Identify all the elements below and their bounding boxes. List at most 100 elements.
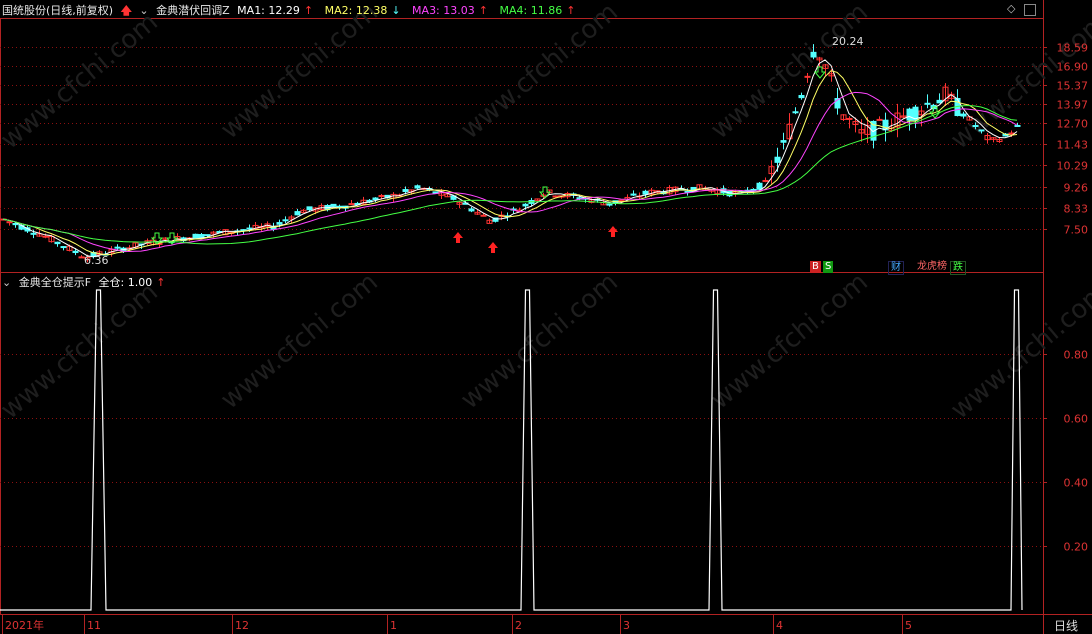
watermark-text: www.cfchi.com	[0, 277, 164, 425]
watermark-text: www.cfchi.com	[455, 0, 624, 145]
up-arrow-icon: 🡅	[120, 4, 132, 17]
candle-body	[30, 232, 37, 235]
time-axis-label: 3	[623, 619, 630, 632]
candle-body	[522, 203, 529, 207]
ma4-value: MA4: 11.86 ↑	[499, 4, 576, 17]
candle-body	[468, 208, 475, 212]
signal-axis-label: 0.60	[1064, 413, 1089, 426]
candle-body	[330, 203, 337, 207]
close-icon[interactable]	[1024, 4, 1036, 16]
low-price-label: 6.36	[84, 254, 109, 267]
candle-body	[804, 75, 811, 78]
candle-body	[924, 102, 931, 105]
price-axis-label: 10.29	[1057, 160, 1089, 173]
candle-body	[798, 94, 805, 99]
time-axis-label: 12	[235, 619, 249, 632]
candle-body	[978, 129, 985, 132]
sell-tag[interactable]: S	[823, 261, 834, 273]
candle-body	[774, 156, 781, 163]
signal-axis-label: 0.40	[1064, 477, 1089, 490]
collapse-icon[interactable]: ⌄	[139, 4, 148, 17]
candle-body	[906, 108, 913, 121]
candle-body	[480, 214, 487, 217]
candle-body	[6, 221, 13, 224]
candle-body	[846, 117, 853, 120]
time-axis-label: 2021年	[5, 618, 44, 632]
candle-body	[630, 193, 637, 196]
candle-body	[756, 182, 763, 190]
watermark-text: www.cfchi.com	[215, 267, 384, 415]
signal-line	[0, 289, 1023, 611]
buy-tag[interactable]: B	[810, 261, 821, 273]
candle-body	[192, 233, 199, 239]
indicator-name[interactable]: 金典潜伏回调Z	[156, 4, 230, 17]
settings-diamond-icon[interactable]: ◇	[1007, 3, 1017, 14]
signal-axis-label: 0.20	[1064, 541, 1089, 554]
stock-title[interactable]: 国统股份(日线,前复权)	[2, 4, 113, 17]
upper-panel-frame	[0, 18, 1044, 273]
full-position-signal	[0, 289, 1023, 611]
fall-tag[interactable]: 跌	[950, 261, 966, 275]
time-axis-label: 2	[515, 619, 522, 632]
candle-body	[618, 199, 625, 202]
ma2-value: MA2: 12.38 ↓	[324, 4, 401, 17]
time-axis-label: 4	[776, 619, 783, 632]
buy-arrow-icon	[488, 242, 498, 253]
watermark-text: www.cfchi.com	[705, 267, 874, 415]
candle-body	[54, 241, 61, 245]
price-axis-label: 7.50	[1064, 224, 1089, 237]
collapse-icon[interactable]: ⌄	[2, 276, 11, 289]
price-axis-label: 11.43	[1057, 139, 1089, 152]
stock-chart-canvas[interactable]: www.cfchi.com www.cfchi.com www.cfchi.com w…	[0, 0, 1092, 634]
candle-body	[378, 195, 385, 198]
candle-body	[42, 235, 49, 238]
candle-body	[372, 197, 379, 201]
candle-body	[762, 179, 769, 182]
price-axis-label: 8.33	[1064, 203, 1089, 216]
watermark-text: www.cfchi.com	[455, 267, 624, 415]
high-price-label: 20.24	[832, 35, 864, 48]
signal-value: 全仓: 1.00 ↑	[98, 276, 166, 289]
candle-body	[414, 185, 421, 189]
candle-body	[810, 51, 817, 58]
candle-body	[12, 223, 19, 226]
candle-body	[876, 118, 883, 121]
period-button[interactable]: 日线	[1054, 617, 1078, 634]
price-axis-label: 12.70	[1057, 118, 1089, 131]
watermark-text: www.cfchi.com	[0, 7, 164, 155]
buy-arrow-icon	[453, 232, 463, 243]
watermark: www.cfchi.com www.cfchi.com www.cfchi.com w…	[0, 0, 1092, 425]
candle-body	[114, 246, 121, 249]
candle-body	[402, 189, 409, 192]
candle-body	[792, 111, 799, 114]
time-axis-label: 1	[390, 619, 397, 632]
candle-body	[246, 227, 253, 230]
dragon-tiger-tag[interactable]: 龙虎榜	[915, 261, 949, 273]
candle-body	[552, 195, 559, 198]
candle-body	[60, 246, 67, 249]
price-axis-label: 9.26	[1064, 182, 1089, 195]
candle-body	[72, 250, 79, 254]
candle-body	[606, 203, 613, 206]
candle-body	[960, 113, 967, 117]
signal-indicator-name[interactable]: 金典全仓提示F	[19, 276, 91, 289]
price-axis-label: 13.97	[1057, 99, 1089, 112]
candle-body	[642, 190, 649, 195]
watermark-text: www.cfchi.com	[215, 0, 384, 145]
finance-tag[interactable]: 财	[888, 261, 904, 275]
candle-body	[1014, 124, 1021, 127]
candle-body	[348, 203, 355, 206]
ma3-value: MA3: 13.03 ↑	[412, 4, 488, 17]
signal-axis-label: 0.80	[1064, 349, 1089, 362]
candle-body	[972, 125, 979, 128]
buy-arrow-icon	[608, 226, 618, 237]
time-axis-label: 11	[87, 619, 101, 632]
candle-body	[204, 234, 211, 237]
price-axis-label: 16.90	[1057, 61, 1089, 74]
candle-body	[294, 211, 301, 216]
ma1-value: MA1: 12.29 ↑	[237, 4, 314, 17]
price-axis-label: 18.59	[1057, 42, 1089, 55]
candle-body	[750, 188, 757, 191]
time-axis-label: 5	[905, 619, 912, 632]
candle-body	[780, 140, 787, 143]
